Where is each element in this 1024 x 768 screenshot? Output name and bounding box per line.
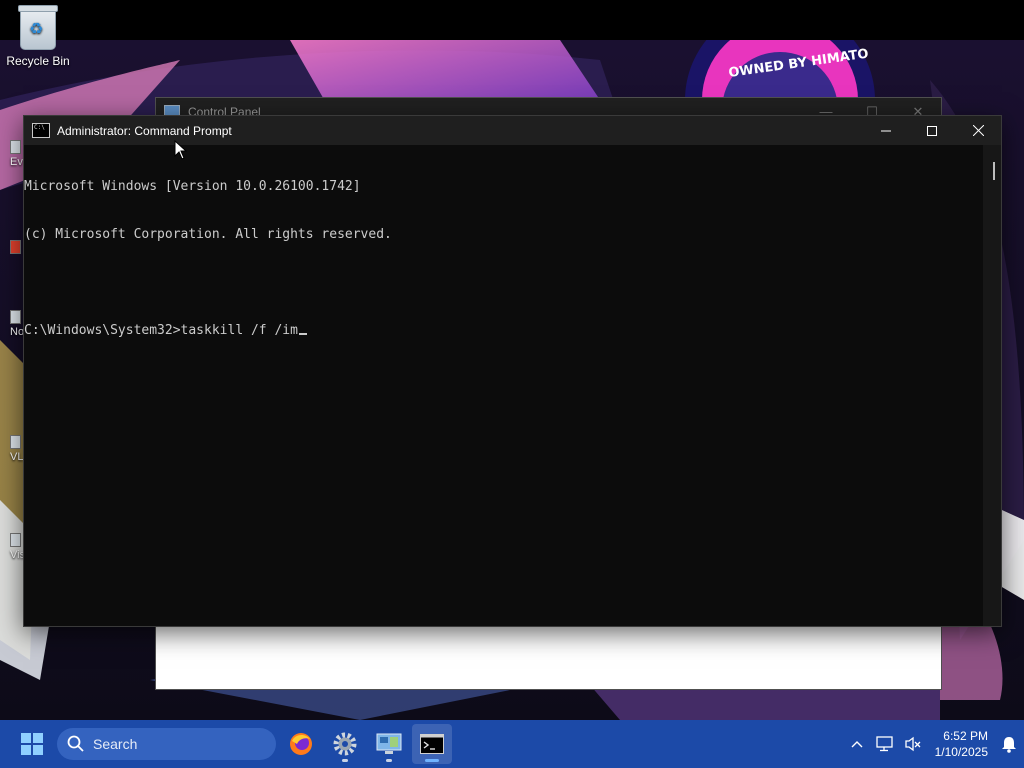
- text-cursor: [298, 333, 307, 335]
- desktop-icon-label: Recycle Bin: [6, 54, 70, 68]
- recycle-bin-icon: ♻: [18, 5, 58, 50]
- search-label: Search: [93, 736, 138, 752]
- mouse-pointer-icon: [174, 140, 188, 160]
- desktop-icon-peek[interactable]: VL: [10, 435, 24, 463]
- app-icon: [10, 310, 21, 324]
- show-hidden-icons-button[interactable]: [843, 720, 871, 768]
- maximize-button[interactable]: [909, 116, 955, 145]
- windows-logo-icon: [21, 733, 43, 755]
- command-prompt-icon: [420, 734, 444, 754]
- volume-button[interactable]: [899, 720, 927, 768]
- command-prompt-window[interactable]: Administrator: Command Prompt Microsoft …: [23, 115, 1002, 627]
- scrollbar-thumb[interactable]: [993, 162, 995, 180]
- desktop-icon-peek[interactable]: Vis: [10, 533, 25, 561]
- minimize-button[interactable]: [863, 116, 909, 145]
- desktop: OWNED BY HIMATO ♻ Recycle Bin Ev No VL V…: [0, 0, 1024, 720]
- taskbar-app-command-prompt[interactable]: [412, 724, 452, 764]
- terminal-line: (c) Microsoft Corporation. All rights re…: [24, 227, 392, 242]
- network-icon: [875, 736, 893, 752]
- scrollbar[interactable]: [983, 145, 1001, 626]
- desktop-icon-peek[interactable]: [10, 240, 24, 256]
- running-indicator: [342, 759, 348, 762]
- terminal-prompt-line[interactable]: C:\Windows\System32>taskkill /f /im: [24, 323, 983, 339]
- clock-date: 1/10/2025: [934, 745, 988, 759]
- taskbar: Search 6:52 PM 1/10/2025: [0, 720, 1024, 768]
- system-tray: 6:52 PM 1/10/2025: [843, 720, 1024, 768]
- gear-icon: [333, 732, 357, 756]
- command-prompt-icon: [32, 123, 50, 138]
- running-indicator: [386, 759, 392, 762]
- minimize-icon: [881, 130, 891, 131]
- taskbar-search-box[interactable]: Search: [57, 728, 276, 760]
- window-title: Administrator: Command Prompt: [57, 123, 232, 138]
- close-icon: [972, 125, 984, 136]
- app-icon: [10, 140, 21, 154]
- taskbar-app-control-panel[interactable]: [369, 724, 409, 764]
- app-icon: [10, 533, 21, 547]
- network-button[interactable]: [871, 720, 899, 768]
- terminal-line: Microsoft Windows [Version 10.0.26100.17…: [24, 179, 361, 194]
- app-icon: [10, 240, 21, 254]
- clock[interactable]: 6:52 PM 1/10/2025: [935, 728, 988, 760]
- desktop-icon-recycle-bin[interactable]: ♻ Recycle Bin: [0, 5, 76, 68]
- taskbar-app-settings[interactable]: [325, 724, 365, 764]
- bell-icon: [1002, 737, 1016, 753]
- notifications-button[interactable]: [994, 735, 1024, 753]
- search-icon: [67, 735, 84, 752]
- control-panel-icon: [376, 733, 402, 754]
- active-indicator: [425, 759, 439, 762]
- app-icon: [10, 435, 21, 449]
- terminal-command-text: C:\Windows\System32>taskkill /f /im: [24, 323, 298, 338]
- chevron-up-icon: [851, 741, 863, 748]
- terminal-output[interactable]: Microsoft Windows [Version 10.0.26100.17…: [24, 145, 983, 626]
- taskbar-app-firefox[interactable]: [281, 724, 321, 764]
- clock-time: 6:52 PM: [943, 729, 988, 743]
- volume-muted-icon: [904, 736, 921, 752]
- maximize-icon: [927, 125, 937, 136]
- firefox-icon: [290, 733, 312, 755]
- desktop-icon-peek[interactable]: No: [10, 310, 24, 338]
- close-button[interactable]: [955, 116, 1001, 145]
- command-prompt-titlebar[interactable]: Administrator: Command Prompt: [24, 116, 1001, 145]
- desktop-icon-peek[interactable]: Ev: [10, 140, 24, 168]
- start-button[interactable]: [12, 724, 52, 764]
